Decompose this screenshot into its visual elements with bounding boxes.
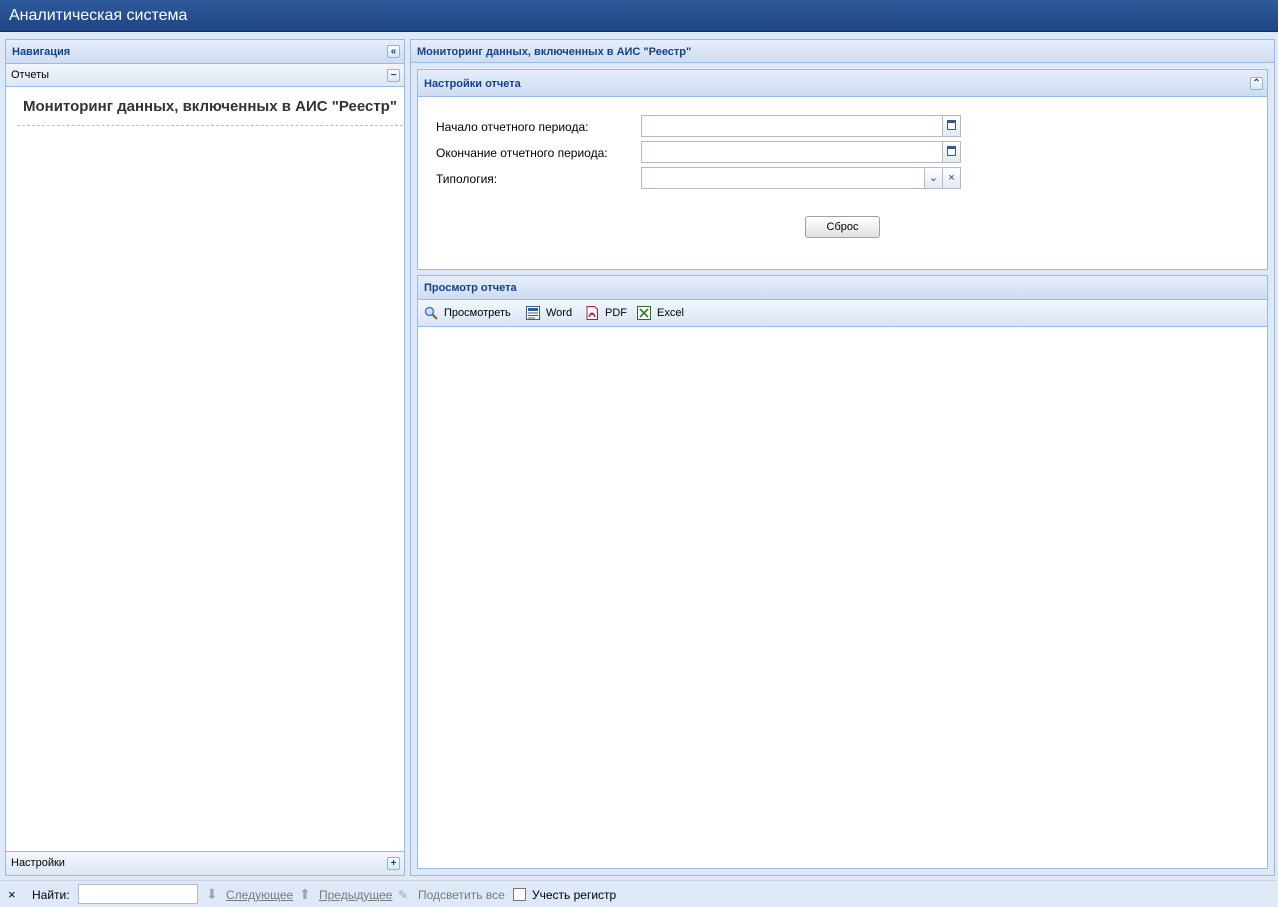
accordion-settings[interactable]: Настройки + (6, 851, 404, 875)
report-view-header: Просмотр отчета (418, 276, 1267, 300)
end-period-input[interactable] (642, 142, 942, 162)
pdf-icon (586, 306, 598, 320)
magnifier-icon (424, 306, 438, 320)
app-header: Аналитическая система (0, 0, 1278, 32)
report-settings-header: Настройки отчета ⌃ (418, 70, 1267, 97)
typology-combo[interactable]: ⌄ × (641, 167, 961, 189)
navigation-title: Навигация (12, 46, 71, 58)
highlight-all-button[interactable]: Подсветить все (418, 888, 505, 902)
export-pdf-button[interactable]: PDF (585, 306, 627, 322)
report-settings-title: Настройки отчета (424, 78, 521, 90)
report-toolbar: Просмотреть Word PDF Excel (418, 300, 1267, 327)
accordion-reports[interactable]: Отчеты − (6, 64, 404, 87)
find-label: Найти: (32, 888, 70, 902)
export-excel-button[interactable]: Excel (637, 306, 689, 322)
close-icon[interactable]: × (8, 887, 16, 902)
view-report-label: Просмотреть (444, 307, 511, 319)
app-title: Аналитическая система (9, 7, 188, 24)
find-next-button[interactable]: Следующее (226, 888, 293, 902)
accordion-settings-label: Настройки (11, 857, 65, 869)
highlighter-icon: ✎ (398, 888, 409, 902)
collapse-minus-icon[interactable]: − (387, 69, 400, 82)
main-panel: Мониторинг данных, включенных в АИС "Рее… (410, 39, 1275, 876)
arrow-up-icon: ⬆ (299, 886, 311, 902)
start-period-label: Начало отчетного периода: (436, 120, 589, 134)
navigation-header: Навигация « (6, 40, 404, 64)
navigation-panel: Навигация « Отчеты − Мониторинг данных, … (5, 39, 405, 876)
export-word-button[interactable]: Word (526, 306, 576, 322)
find-previous-button[interactable]: Предыдущее (319, 888, 392, 902)
export-excel-label: Excel (657, 307, 684, 319)
view-report-button[interactable]: Просмотреть (424, 306, 516, 322)
excel-icon (637, 306, 651, 320)
end-period-field[interactable] (641, 141, 961, 163)
typology-label: Типология: (436, 172, 498, 186)
report-link[interactable]: Мониторинг данных, включенных в АИС "Рее… (17, 98, 403, 126)
word-icon (526, 306, 540, 320)
start-period-field[interactable] (641, 115, 961, 137)
end-period-label: Окончание отчетного периода: (436, 146, 608, 160)
calendar-icon[interactable] (942, 142, 960, 162)
accordion-reports-label: Отчеты (11, 69, 50, 81)
typology-input[interactable] (642, 168, 924, 188)
export-word-label: Word (546, 307, 573, 319)
arrow-down-icon: ⬇ (206, 886, 218, 902)
match-case-label[interactable]: Учесть регистр (532, 888, 616, 902)
calendar-icon[interactable] (942, 116, 960, 136)
report-view-panel: Просмотр отчета Просмотреть Word PDF Exc… (417, 275, 1268, 869)
collapse-left-icon[interactable]: « (387, 45, 400, 58)
expand-plus-icon[interactable]: + (387, 857, 400, 870)
report-link-text: Мониторинг данных, включенных в АИС "Рее… (23, 98, 397, 115)
chevron-down-icon[interactable]: ⌄ (924, 168, 942, 188)
match-case-checkbox[interactable] (513, 888, 526, 901)
find-bar: × Найти: ⬇ Следующее ⬆ Предыдущее ✎ Подс… (0, 880, 1278, 907)
report-settings-panel: Настройки отчета ⌃ Начало отчетного пери… (417, 69, 1268, 270)
start-period-input[interactable] (642, 116, 942, 136)
main-title: Мониторинг данных, включенных в АИС "Рее… (417, 46, 692, 58)
main-header: Мониторинг данных, включенных в АИС "Рее… (411, 40, 1274, 63)
find-input[interactable] (78, 884, 198, 904)
reset-button[interactable]: Сброс (805, 216, 880, 238)
collapse-up-icon[interactable]: ⌃ (1250, 77, 1263, 90)
report-view-title: Просмотр отчета (424, 282, 517, 294)
export-pdf-label: PDF (605, 307, 627, 319)
clear-icon[interactable]: × (942, 168, 960, 188)
